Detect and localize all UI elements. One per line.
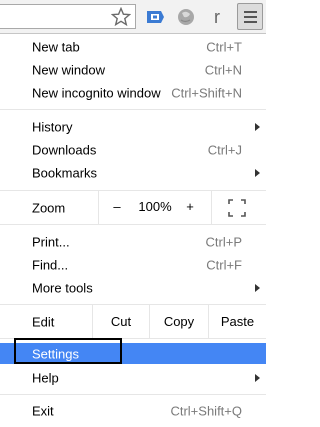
chrome-menu-icon[interactable] [237,3,263,30]
menu-item-label: Help [32,370,59,385]
menu-separator [0,224,266,225]
menu-item-shortcut: Ctrl+J [207,142,242,157]
menu-item-label: History [32,119,73,134]
menu-item-history[interactable]: History [0,115,266,138]
menu-item-label: Exit [32,403,54,418]
zoom-divider [211,191,212,224]
submenu-arrow-icon [255,373,260,382]
settings-highlight-box [14,338,122,364]
menu-item-more-tools[interactable]: More tools [0,276,266,299]
menu-item-print[interactable]: Print... Ctrl+P [0,230,266,253]
submenu-arrow-icon [255,122,260,131]
menu-item-find[interactable]: Find... Ctrl+F [0,253,266,276]
extension-icon[interactable] [176,7,196,27]
zoom-row: Zoom – 100% + [0,191,266,224]
menu-item-label: Print... [32,234,70,249]
bookmark-star-icon[interactable] [111,7,131,27]
menu-item-label: New incognito window [32,85,161,100]
menu-separator [0,394,266,395]
zoom-label: Zoom [32,200,66,215]
zoom-out-button[interactable]: – [110,199,124,214]
menu-item-help[interactable]: Help [0,366,266,389]
menu-item-shortcut: Ctrl+Shift+Q [170,403,242,418]
menu-item-exit[interactable]: Exit Ctrl+Shift+Q [0,399,266,422]
copy-button[interactable]: Copy [150,305,208,338]
submenu-arrow-icon [255,283,260,292]
menu-item-downloads[interactable]: Downloads Ctrl+J [0,138,266,161]
menu-item-label: More tools [32,280,93,295]
menu-item-shortcut: Ctrl+T [206,39,242,54]
browser-toolbar: r [0,0,266,34]
menu-item-new-incognito-window[interactable]: New incognito window Ctrl+Shift+N [0,81,266,104]
menu-separator [0,109,266,110]
submenu-arrow-icon [255,168,260,177]
menu-item-label: New tab [32,39,80,54]
zoom-in-button[interactable]: + [183,199,197,214]
zoom-divider [98,191,99,224]
menu-item-label: New window [32,62,105,77]
menu-item-shortcut: Ctrl+Shift+N [171,85,242,100]
menu-item-shortcut: Ctrl+N [204,62,242,77]
zoom-level: 100% [138,199,172,214]
extension-icon[interactable]: r [208,5,226,29]
menu-item-bookmarks[interactable]: Bookmarks [0,161,266,184]
fullscreen-icon[interactable] [228,199,246,217]
extension-icon[interactable] [145,8,165,26]
menu-item-shortcut: Ctrl+F [206,257,242,272]
paste-button[interactable]: Paste [209,305,266,338]
menu-item-label: Bookmarks [32,165,98,180]
edit-row: Edit Cut Copy Paste [0,305,266,338]
menu-item-shortcut: Ctrl+P [205,234,242,249]
menu-item-label: Downloads [32,142,97,157]
menu-item-label: Find... [32,257,69,272]
menu-item-new-window[interactable]: New window Ctrl+N [0,58,266,81]
cut-button[interactable]: Cut [93,305,149,338]
menu-item-new-tab[interactable]: New tab Ctrl+T [0,35,266,58]
edit-label: Edit [32,314,55,329]
